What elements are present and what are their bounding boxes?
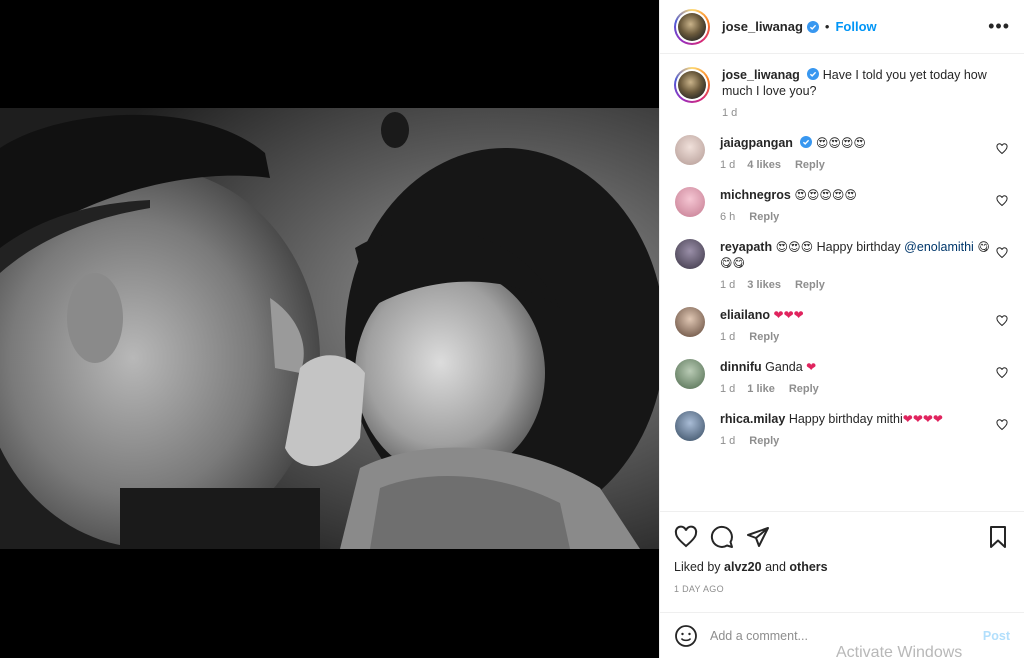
comment-emoji: 😍😍😍 [775, 240, 814, 254]
comment-item: eliailano ❤❤❤ 1 d Reply [674, 307, 1010, 345]
follow-button[interactable]: Follow [835, 19, 876, 34]
comment-mention[interactable]: @enolamithi [904, 240, 974, 254]
liked-by-others[interactable]: others [789, 560, 827, 574]
comment-text: Happy birthday [816, 240, 901, 254]
comment-time: 1 d [720, 331, 736, 343]
caption-avatar[interactable] [674, 67, 710, 103]
reply-button[interactable]: Reply [749, 211, 779, 223]
author-username[interactable]: jose_liwanag [722, 19, 803, 34]
heart-icon[interactable] [996, 143, 1008, 155]
photo-illustration [0, 108, 659, 549]
comments-list[interactable]: jose_liwanag Have I told you yet today h… [660, 55, 1024, 511]
liked-by-user[interactable]: alvz20 [724, 560, 762, 574]
heart-icon[interactable] [996, 315, 1008, 327]
media-pane [0, 0, 659, 658]
separator-dot: • [824, 19, 830, 34]
smiley-icon[interactable] [674, 624, 698, 648]
heart-icon[interactable] [674, 525, 698, 549]
reply-button[interactable]: Reply [789, 383, 819, 395]
comment-emoji: ❤❤❤ [773, 308, 804, 322]
os-watermark: Activate Windows [836, 644, 963, 658]
commenter-username[interactable]: dinnifu [720, 360, 762, 374]
reply-button[interactable]: Reply [749, 435, 779, 447]
commenter-username[interactable]: jaiagpangan [720, 136, 793, 150]
comment-emoji: ❤❤❤❤ [902, 412, 943, 426]
heart-icon[interactable] [996, 419, 1008, 431]
post-sidebar: jose_liwanag • Follow ••• jose_liwanag H… [659, 0, 1024, 658]
liked-by: Liked by alvz20 and others [674, 560, 1010, 574]
commenter-avatar[interactable] [675, 135, 705, 165]
comment-time: 1 d [720, 279, 736, 291]
comment-text: Ganda [765, 360, 803, 374]
verified-icon [806, 20, 819, 33]
verified-icon [807, 68, 820, 80]
commenter-username[interactable]: michnegros [720, 188, 791, 202]
post-header: jose_liwanag • Follow ••• [660, 0, 1024, 54]
commenter-avatar[interactable] [675, 187, 705, 217]
post-photo[interactable] [0, 108, 659, 549]
comment-icon[interactable] [710, 525, 734, 549]
heart-icon[interactable] [996, 367, 1008, 379]
comment-emoji: ❤ [806, 360, 817, 374]
comment-emoji: 😍😍😍😍 [815, 136, 866, 150]
reply-button[interactable]: Reply [795, 279, 825, 291]
caption-username[interactable]: jose_liwanag [722, 68, 800, 82]
caption-time: 1 d [722, 107, 738, 119]
author-avatar[interactable] [674, 8, 710, 45]
heart-icon[interactable] [996, 195, 1008, 207]
heart-icon[interactable] [996, 247, 1008, 259]
commenter-username[interactable]: eliailano [720, 308, 770, 322]
commenter-username[interactable]: reyapath [720, 240, 772, 254]
commenter-avatar[interactable] [675, 307, 705, 337]
bookmark-icon[interactable] [986, 525, 1010, 549]
comment-time: 6 h [720, 211, 736, 223]
reply-button[interactable]: Reply [795, 159, 825, 171]
post-age: 1 DAY AGO [674, 584, 724, 594]
post-caption: jose_liwanag Have I told you yet today h… [674, 67, 1010, 121]
comment-likes[interactable]: 3 likes [747, 279, 781, 291]
comment-item: rhica.milay Happy birthday mithi❤❤❤❤ 1 d… [674, 411, 1010, 449]
comment-time: 1 d [720, 383, 736, 395]
comment-time: 1 d [720, 435, 736, 447]
comment-item: michnegros 😍😍😍😍😍 6 h Reply [674, 187, 1010, 225]
comment-item: jaiagpangan 😍😍😍😍 1 d 4 likes Reply [674, 135, 1010, 173]
post-actions: Liked by alvz20 and others 1 DAY AGO [660, 511, 1024, 594]
instagram-post-modal: jose_liwanag • Follow ••• jose_liwanag H… [0, 0, 1024, 658]
verified-icon [800, 136, 813, 148]
comment-item: dinnifu Ganda ❤ 1 d 1 like Reply [674, 359, 1010, 397]
more-icon[interactable]: ••• [988, 16, 1010, 37]
comment-likes[interactable]: 1 like [747, 383, 775, 395]
comment-input[interactable] [710, 628, 983, 643]
commenter-avatar[interactable] [675, 359, 705, 389]
liked-by-and: and [765, 560, 786, 574]
comment-item: reyapath 😍😍😍 Happy birthday @enolamithi … [674, 239, 1010, 293]
liked-by-prefix: Liked by [674, 560, 721, 574]
comment-likes[interactable]: 4 likes [747, 159, 781, 171]
commenter-avatar[interactable] [675, 239, 705, 269]
share-icon[interactable] [746, 525, 770, 549]
post-comment-button[interactable]: Post [983, 629, 1010, 643]
comment-text: Happy birthday mithi [788, 412, 903, 426]
commenter-username[interactable]: rhica.milay [720, 412, 785, 426]
comment-emoji: 😍😍😍😍😍 [794, 188, 857, 202]
reply-button[interactable]: Reply [749, 331, 779, 343]
comment-time: 1 d [720, 159, 736, 171]
commenter-avatar[interactable] [675, 411, 705, 441]
